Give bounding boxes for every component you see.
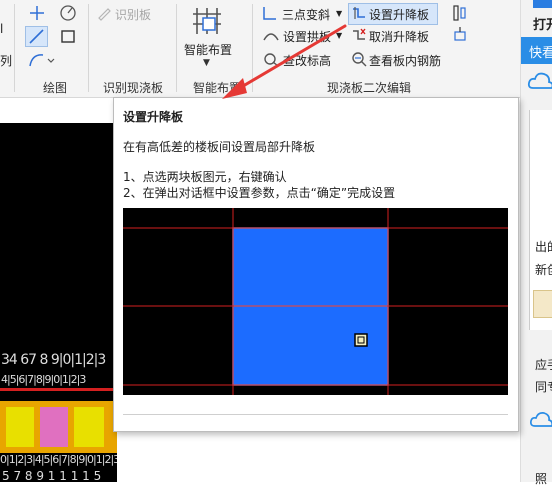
annotation-arrow-icon bbox=[222, 24, 347, 99]
